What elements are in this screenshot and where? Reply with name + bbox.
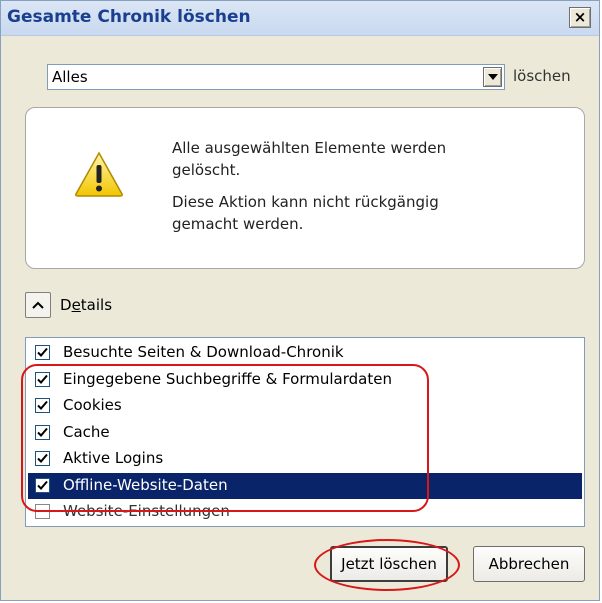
dropdown-arrow-button[interactable]	[483, 67, 502, 87]
list-item[interactable]: Website-Einstellungen	[28, 499, 582, 525]
item-checkbox[interactable]	[35, 477, 50, 493]
close-button[interactable]: ×	[569, 7, 591, 28]
checkmark-icon	[37, 427, 48, 437]
item-checkbox[interactable]	[35, 371, 50, 387]
time-range-value: Alles	[52, 68, 88, 86]
warning-triangle-icon	[75, 151, 123, 197]
details-toggle-button[interactable]	[25, 292, 51, 318]
chevron-down-icon	[487, 74, 498, 80]
dialog-window: Gesamte Chronik löschen × Alles löschen …	[0, 0, 600, 601]
item-label: Cookies	[63, 396, 122, 414]
warning-line-1: Alle ausgewählten Elemente werden gelösc…	[172, 139, 447, 179]
clear-now-button[interactable]: Jetzt löschen	[330, 546, 448, 582]
cancel-button[interactable]: Abbrechen	[473, 546, 585, 582]
item-checkbox[interactable]	[35, 451, 50, 466]
close-icon: ×	[573, 8, 587, 26]
checkmark-icon	[37, 347, 48, 357]
details-label: Details	[60, 296, 113, 314]
item-label: Offline-Website-Daten	[63, 475, 228, 494]
list-item[interactable]: Aktive Logins	[28, 446, 582, 472]
dialog-title: Gesamte Chronik löschen	[7, 7, 251, 27]
list-item[interactable]: Besuchte Seiten & Download-Chronik	[28, 340, 582, 366]
checkmark-icon	[37, 400, 48, 410]
time-range-suffix: löschen	[513, 67, 571, 85]
item-checkbox[interactable]	[35, 398, 50, 413]
list-item[interactable]: Cache	[28, 420, 582, 446]
warning-line-2: Diese Aktion kann nicht rückgängig gemac…	[172, 193, 439, 233]
history-items-list: Besuchte Seiten & Download-Chronik Eingeg…	[25, 337, 585, 527]
warning-message: Alle ausgewählten Elemente werden gelösc…	[172, 137, 502, 245]
time-range-select[interactable]: Alles	[47, 64, 505, 90]
item-checkbox[interactable]	[35, 424, 50, 440]
title-bar: Gesamte Chronik löschen ×	[1, 1, 599, 36]
checkmark-icon	[37, 453, 48, 463]
list-item[interactable]: Offline-Website-Daten	[28, 472, 582, 499]
list-item[interactable]: Cookies	[28, 393, 582, 419]
item-label: Besuchte Seiten & Download-Chronik	[63, 343, 344, 361]
chevron-up-icon	[32, 301, 44, 309]
item-label: Cache	[63, 422, 110, 441]
item-label: Eingegebene Suchbegriffe & Formulardaten	[63, 369, 392, 388]
item-checkbox[interactable]	[35, 504, 50, 519]
checkmark-icon	[37, 374, 48, 384]
item-checkbox[interactable]	[35, 345, 50, 360]
item-label: Website-Einstellungen	[63, 502, 230, 520]
checkmark-icon	[37, 480, 48, 490]
item-label: Aktive Logins	[63, 449, 164, 467]
warning-panel: Alle ausgewählten Elemente werden gelösc…	[25, 107, 585, 269]
list-item[interactable]: Eingegebene Suchbegriffe & Formulardaten	[28, 367, 582, 393]
